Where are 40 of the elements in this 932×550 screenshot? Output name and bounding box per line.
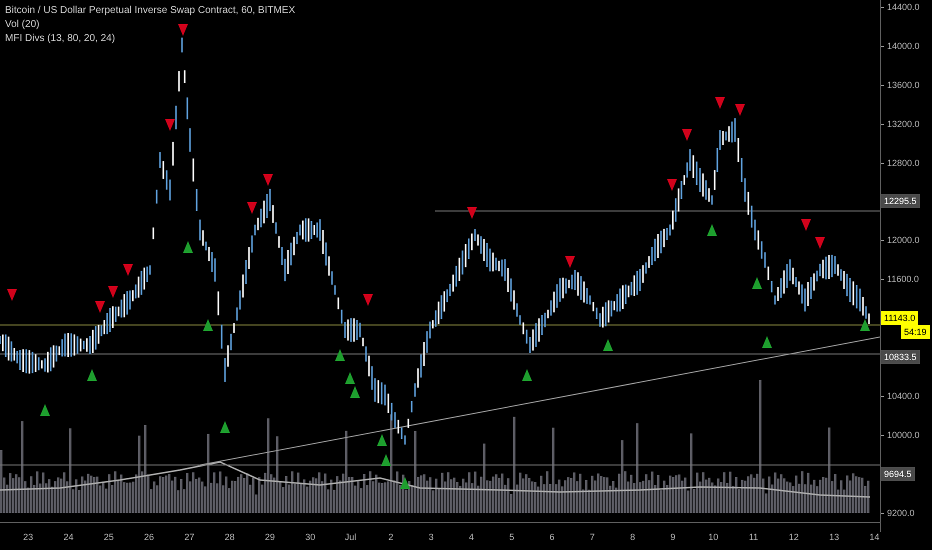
time-axis-label: 3 [428,532,434,542]
price-axis-label: 12800.0 [881,158,920,168]
time-axis-label: 27 [184,532,194,542]
time-axis-label: 24 [63,532,74,542]
time-axis-label: 7 [590,532,595,542]
chart-legend-text: MFI Divs (13, 80, 20, 24) [5,33,116,44]
time-axis-label: 28 [224,532,235,542]
time-axis-label: 12 [788,532,799,542]
time-axis-label: 29 [264,532,275,542]
price-axis-label: 11600.0 [881,274,919,284]
time-axis-label: 26 [144,532,154,542]
price-axis-label: 9200.0 [881,508,915,518]
price-axis-label: 10400.0 [881,390,920,401]
time-axis-label: 10 [708,532,718,542]
time-axis-label: Jul [344,532,356,542]
time-axis-label: 5 [509,532,514,542]
time-axis-label: 6 [550,532,555,542]
time-axis-label: 9 [670,532,676,542]
price-axis-label: 10000.0 [881,430,920,440]
price-axis-label: 14400.0 [881,2,920,12]
price-label-badge: 12295.5 [881,194,920,208]
price-label-badge: 9694.5 [881,466,915,481]
time-axis-label: 13 [829,532,840,542]
countdown-badge: 54:19 [901,325,930,340]
price-axis-label: 14000.0 [881,40,920,51]
time-axis-label: 23 [23,532,34,542]
time-axis-label: 11 [748,532,758,542]
time-axis-label: 4 [468,532,474,542]
price-axis-label: 12000.0 [881,235,920,246]
price-axis-label: 13600.0 [881,80,920,90]
chart-legend-text: Bitcoin / US Dollar Perpetual Inverse Swap Contract, 60, BITMEX [5,5,296,16]
time-axis-label: 25 [104,532,114,542]
price-label-badge: 10833.5 [881,350,920,364]
time-axis-label: 14 [869,532,880,542]
time-axis-label: 2 [388,532,394,542]
price-label-badge: 11143.0 [881,311,918,326]
time-axis-label: 8 [630,532,636,542]
chart-legend-text: Vol (20) [5,19,40,30]
time-axis-label: 30 [305,532,316,542]
price-axis-label: 13200.0 [881,118,920,129]
